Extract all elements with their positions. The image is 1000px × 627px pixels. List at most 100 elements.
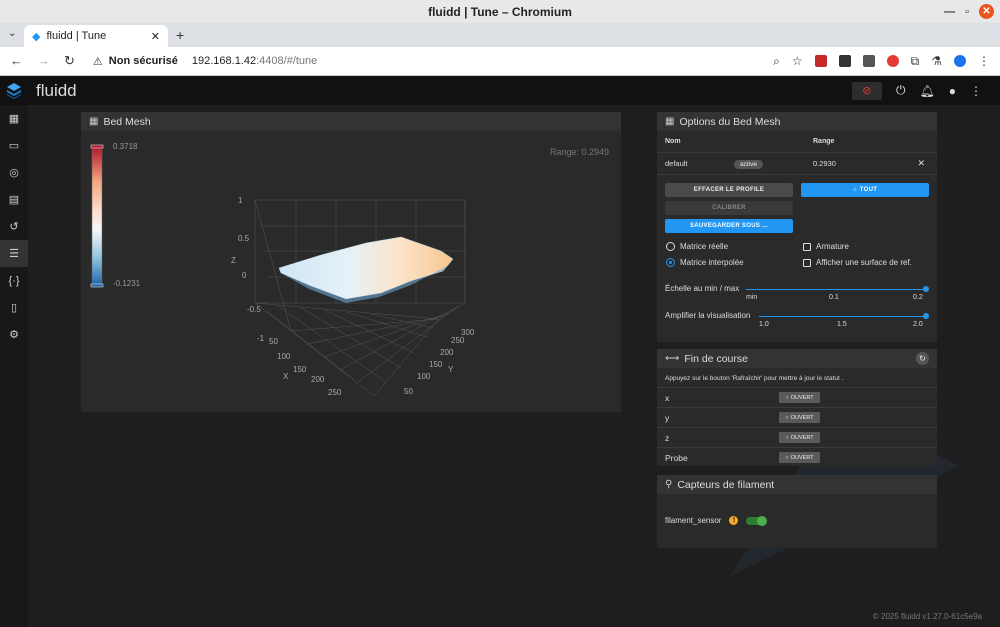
estop-icon: ⊘ xyxy=(862,85,872,97)
app-menu-icon[interactable]: ⋮ xyxy=(970,84,982,98)
new-tab-icon[interactable]: + xyxy=(176,27,184,43)
url-field[interactable]: ⚠ Non sécurisé 192.168.1.42:4408/#/tune xyxy=(93,55,317,68)
home-icon: ⌂ xyxy=(852,187,857,193)
security-label: Non sécurisé xyxy=(108,55,178,67)
radio-interpolated-mesh[interactable]: Matrice interpolée xyxy=(666,258,744,267)
sensor-enable-toggle[interactable] xyxy=(746,515,768,526)
back-icon[interactable]: ← xyxy=(10,53,23,69)
remove-profile-icon[interactable]: ✕ xyxy=(917,158,925,169)
y-tick-300: 300 xyxy=(461,328,475,337)
y-tick-200: 200 xyxy=(440,348,454,357)
power-icon[interactable]: ⏻ xyxy=(896,83,906,98)
labs-flask-icon[interactable]: ⚗ xyxy=(931,54,942,68)
bed-mesh-card: ▦ Bed Mesh Range: 0.2949 0.3718 -0.1231 … xyxy=(81,112,621,412)
minimize-icon[interactable]: — xyxy=(944,6,955,18)
reload-icon[interactable]: ↻ xyxy=(64,53,75,69)
amplify-slider-knob[interactable] xyxy=(923,313,929,319)
active-badge: active xyxy=(734,160,763,169)
radio-interp-label: Matrice interpolée xyxy=(680,258,744,267)
nav-console-icon[interactable]: ▭ xyxy=(0,132,28,159)
wireframe-label: Armature xyxy=(816,242,849,251)
nav-tune-icon[interactable]: ☰ xyxy=(0,240,28,267)
tab-close-icon[interactable]: ✕ xyxy=(151,30,160,43)
profile-avatar-icon[interactable] xyxy=(954,55,966,67)
address-bar: ← → ↻ ⚠ Non sécurisé 192.168.1.42:4408/#… xyxy=(0,47,1000,76)
scale-min-handle[interactable] xyxy=(90,283,104,288)
y-tick-250: 250 xyxy=(451,336,465,345)
tab-strip: ⌄ ◆ fluidd | Tune ✕ + xyxy=(0,23,1000,47)
fluidd-favicon-icon: ◆ xyxy=(32,30,41,43)
bed-mesh-plot[interactable]: 0.3718 -0.1231 1 0.5 Z 0 -0.5 -1 50 100 … xyxy=(81,131,621,412)
flat-surface-label: Afficher une surface de ref. xyxy=(816,258,912,267)
window-titlebar: fluidd | Tune – Chromium — ▫ ✕ xyxy=(0,0,1000,23)
version-footer: © 2025 fluidd v1.27.0-61c5e9a xyxy=(872,612,982,621)
clear-profile-button[interactable]: EFFACER LE PROFILE xyxy=(665,183,793,197)
home-all-button[interactable]: ⌂ TOUT xyxy=(801,183,929,197)
options-header: ▦ Options du Bed Mesh xyxy=(657,112,937,131)
home-all-label: TOUT xyxy=(859,187,878,193)
endstop-row-probe: Probe ○ OUVERT xyxy=(657,448,937,468)
url-host: 192.168.1.42 xyxy=(191,55,257,67)
emergency-stop-button[interactable]: ⊘ xyxy=(852,81,883,100)
nav-dashboard-icon[interactable]: ▦ xyxy=(0,105,28,132)
nav-camera-icon[interactable]: ◎ xyxy=(0,159,28,186)
x-axis-label: X xyxy=(283,372,289,381)
x-tick-250: 250 xyxy=(328,388,342,397)
nav-config-icon[interactable]: {·} xyxy=(0,267,28,294)
scale-slider-track[interactable] xyxy=(746,289,926,290)
refresh-icon: ↻ xyxy=(919,354,926,363)
profile-row[interactable]: default active 0.2930 ✕ xyxy=(657,153,937,175)
forward-icon[interactable]: → xyxy=(37,53,50,69)
filament-sensor-icon: ⚲ xyxy=(665,479,673,490)
filament-header: ⚲ Capteurs de filament xyxy=(657,475,937,494)
close-icon[interactable]: ✕ xyxy=(979,4,994,19)
url-path: :4408/#/tune xyxy=(256,55,318,67)
color-scale-bar xyxy=(91,146,103,286)
zoom-icon[interactable]: ⌕ xyxy=(773,54,780,69)
notifications-bell-icon[interactable]: 🔔︎ xyxy=(920,84,935,98)
amplify-tick-2.0: 2.0 xyxy=(913,321,923,328)
browser-tab[interactable]: ◆ fluidd | Tune ✕ xyxy=(24,25,168,47)
extensions-puzzle-icon[interactable]: ⧉ xyxy=(911,54,920,69)
endstops-header: ⟷ Fin de course xyxy=(657,349,937,368)
nav-settings-icon[interactable]: ⚙ xyxy=(0,321,28,348)
user-icon[interactable]: ● xyxy=(949,84,956,98)
browser-menu-icon[interactable]: ⋮ xyxy=(978,54,990,68)
nav-sidebar: ▦ ▭ ◎ ▤ ↺ ☰ {·} ▯ ⚙ xyxy=(0,76,28,627)
fluidd-app: fluidd ⊘ ⏻ 🔔︎ ● ⋮ ▦ ▭ ◎ ▤ ↺ ☰ {·} ▯ ⚙ ▦ … xyxy=(0,76,1000,627)
endstop-status-badge: ○ OUVERT xyxy=(779,392,820,403)
tab-search-icon[interactable]: ⌄ xyxy=(8,28,16,39)
bed-mesh-header: ▦ Bed Mesh xyxy=(81,112,621,131)
lt-extension-icon[interactable] xyxy=(862,55,875,67)
fluidd-logo-icon[interactable] xyxy=(0,76,28,105)
checkbox-flat-surface[interactable]: Afficher une surface de ref. xyxy=(803,258,912,267)
scale-max-handle[interactable] xyxy=(90,144,104,149)
nav-files-icon[interactable]: ▤ xyxy=(0,186,28,213)
filament-sensor-row: filament_sensor ! xyxy=(665,515,768,526)
endstop-row-x: x ○ OUVERT xyxy=(657,388,937,408)
nav-history-icon[interactable]: ↺ xyxy=(0,213,28,240)
amplify-tick-1.5: 1.5 xyxy=(837,321,847,328)
record-extension-icon[interactable] xyxy=(886,55,899,67)
maximize-icon[interactable]: ▫ xyxy=(965,6,969,18)
y-tick-150: 150 xyxy=(429,360,443,369)
radio-real-mesh[interactable]: Matrice réelle xyxy=(666,242,728,251)
save-as-button[interactable]: SAUVEGARDER SOUS ... xyxy=(665,219,793,233)
endstop-icon: ⟷ xyxy=(665,353,680,364)
z-tick-1: 1 xyxy=(238,196,243,205)
bookmark-star-icon[interactable]: ☆ xyxy=(792,54,803,68)
scale-slider-knob[interactable] xyxy=(923,286,929,292)
nav-system-icon[interactable]: ▯ xyxy=(0,294,28,321)
scale-tick-min: min xyxy=(746,294,758,301)
amplify-slider-label: Amplifier la visualisation xyxy=(665,311,751,320)
endstop-state: OUVERT xyxy=(790,414,814,421)
y-tick-50: 50 xyxy=(404,387,413,396)
checkbox-wireframe[interactable]: Armature xyxy=(803,242,849,251)
refresh-button[interactable]: ↻ xyxy=(916,352,929,365)
calibrate-button[interactable]: CALIBRER xyxy=(665,201,793,215)
ublock-extension-icon[interactable] xyxy=(814,55,827,67)
window-title: fluidd | Tune – Chromium xyxy=(428,4,572,19)
profile-range: 0.2930 xyxy=(813,159,836,168)
amplify-slider-track[interactable] xyxy=(759,316,926,317)
s-extension-icon[interactable] xyxy=(838,55,851,67)
